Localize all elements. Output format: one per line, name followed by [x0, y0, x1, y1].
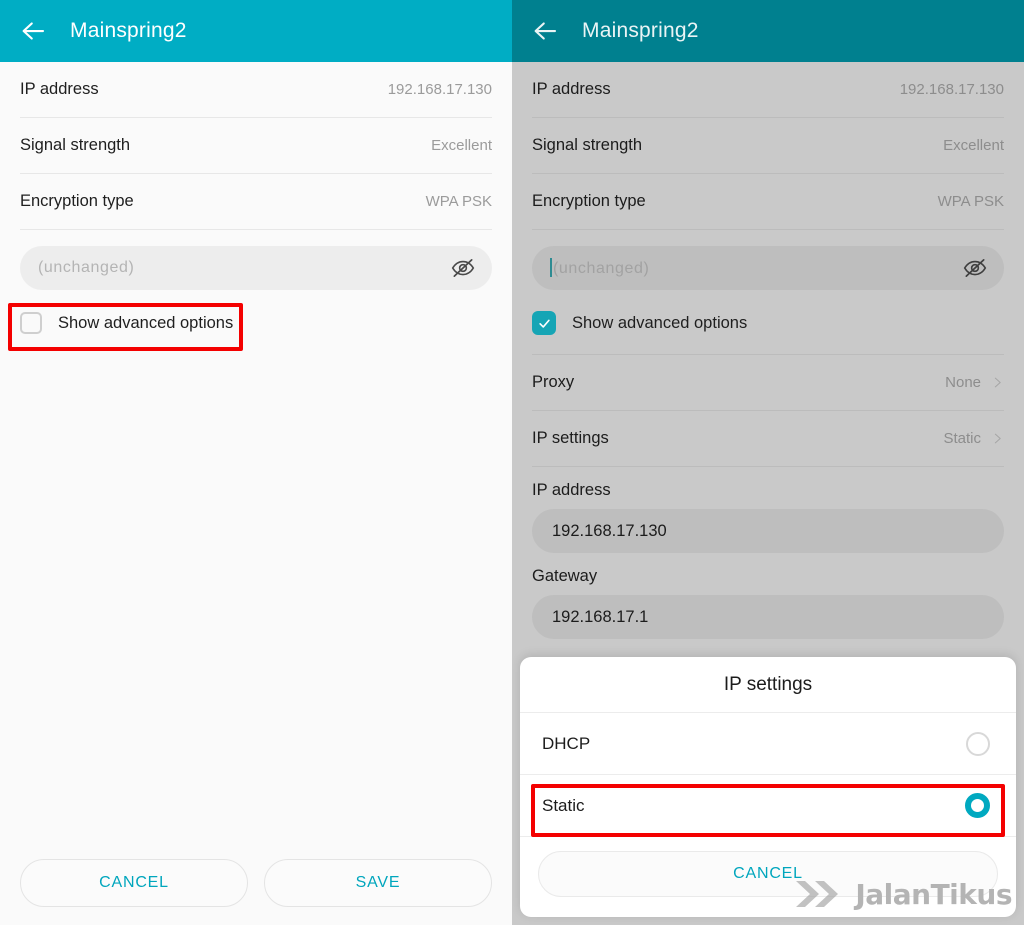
- right-password-input[interactable]: (unchanged): [532, 246, 1004, 290]
- password-placeholder: (unchanged): [38, 259, 135, 276]
- left-info-row-encryption-type: Encryption type WPA PSK: [20, 174, 492, 230]
- nav-value: Static: [943, 430, 981, 447]
- dialog-cancel-button[interactable]: CANCEL: [538, 851, 998, 897]
- arrow-left-icon[interactable]: [18, 16, 48, 46]
- show-advanced-options-checkbox[interactable]: [532, 311, 556, 335]
- info-label: IP address: [20, 80, 99, 98]
- nav-row-ip-settings[interactable]: IP settings Static: [532, 411, 1004, 467]
- info-value: Excellent: [431, 137, 492, 154]
- ip-address-input[interactable]: 192.168.17.130: [532, 509, 1004, 553]
- eye-off-icon[interactable]: [962, 255, 988, 281]
- eye-off-icon[interactable]: [450, 255, 476, 281]
- password-placeholder-group: (unchanged): [550, 258, 649, 278]
- show-advanced-options-label: Show advanced options: [572, 313, 748, 332]
- field-group-gateway: Gateway 192.168.17.1: [532, 567, 1004, 639]
- dialog-option-label: DHCP: [542, 733, 591, 753]
- info-value: WPA PSK: [937, 193, 1004, 210]
- info-label: IP address: [532, 80, 611, 98]
- right-show-advanced-options-row[interactable]: Show advanced options: [532, 306, 1004, 340]
- info-label: Encryption type: [532, 192, 646, 210]
- right-app-bar: Mainspring2: [512, 0, 1024, 62]
- field-group-ip-address: IP address 192.168.17.130: [532, 481, 1004, 553]
- checkmark-icon: [538, 319, 550, 328]
- show-advanced-options-label: Show advanced options: [58, 313, 234, 332]
- left-info-row-ip-address: IP address 192.168.17.130: [20, 62, 492, 118]
- nav-label: Proxy: [532, 373, 575, 391]
- info-label: Signal strength: [532, 136, 643, 154]
- right-password-wrap: (unchanged): [532, 246, 1004, 290]
- ip-settings-dialog: IP settings DHCP Static CANCEL: [520, 657, 1016, 917]
- right-info-row-ip-address: IP address 192.168.17.130: [532, 62, 1004, 118]
- info-value: 192.168.17.130: [899, 81, 1004, 98]
- dialog-option-dhcp[interactable]: DHCP: [520, 713, 1016, 775]
- right-page-title: Mainspring2: [582, 19, 699, 42]
- dialog-title: IP settings: [520, 657, 1016, 713]
- info-label: Signal strength: [20, 136, 131, 154]
- nav-label: IP settings: [532, 429, 609, 447]
- nav-value: None: [945, 374, 981, 391]
- show-advanced-options-checkbox[interactable]: [20, 312, 42, 334]
- right-phone-panel: Mainspring2 IP address 192.168.17.130 Si…: [512, 0, 1024, 925]
- text-cursor: [550, 258, 552, 277]
- left-page-title: Mainspring2: [70, 19, 187, 42]
- info-value: WPA PSK: [425, 193, 492, 210]
- chevron-right-icon: [994, 433, 1001, 444]
- radio-dhcp[interactable]: [966, 731, 990, 756]
- nav-row-proxy[interactable]: Proxy None: [532, 355, 1004, 411]
- arrow-left-icon[interactable]: [530, 16, 560, 46]
- left-app-bar: Mainspring2: [0, 0, 512, 62]
- password-placeholder: (unchanged): [553, 260, 650, 277]
- right-info-row-signal-strength: Signal strength Excellent: [532, 118, 1004, 174]
- dual-screenshot-comparison: Mainspring2 IP address 192.168.17.130 Si…: [0, 0, 1024, 925]
- chevron-right-icon: [994, 377, 1001, 388]
- left-button-bar: CANCEL SAVE: [0, 859, 512, 907]
- dialog-option-static[interactable]: Static: [520, 775, 1016, 837]
- nav-value-group: None: [945, 374, 1004, 391]
- cancel-button[interactable]: CANCEL: [20, 859, 248, 907]
- gateway-input[interactable]: 192.168.17.1: [532, 595, 1004, 639]
- left-password-wrap: (unchanged): [20, 246, 492, 290]
- left-show-advanced-options-row[interactable]: Show advanced options: [20, 306, 492, 340]
- info-value: Excellent: [943, 137, 1004, 154]
- field-label: Gateway: [532, 567, 598, 585]
- info-value: 192.168.17.130: [387, 81, 492, 98]
- save-button[interactable]: SAVE: [264, 859, 492, 907]
- field-label: IP address: [532, 481, 611, 499]
- left-info-row-signal-strength: Signal strength Excellent: [20, 118, 492, 174]
- info-label: Encryption type: [20, 192, 134, 210]
- dialog-option-label: Static: [542, 795, 585, 815]
- left-phone-panel: Mainspring2 IP address 192.168.17.130 Si…: [0, 0, 512, 925]
- right-info-row-encryption-type: Encryption type WPA PSK: [532, 174, 1004, 230]
- left-password-input[interactable]: (unchanged): [20, 246, 492, 290]
- dialog-cancel-wrap: CANCEL: [520, 837, 1016, 917]
- radio-static[interactable]: [965, 793, 990, 818]
- nav-value-group: Static: [943, 430, 1004, 447]
